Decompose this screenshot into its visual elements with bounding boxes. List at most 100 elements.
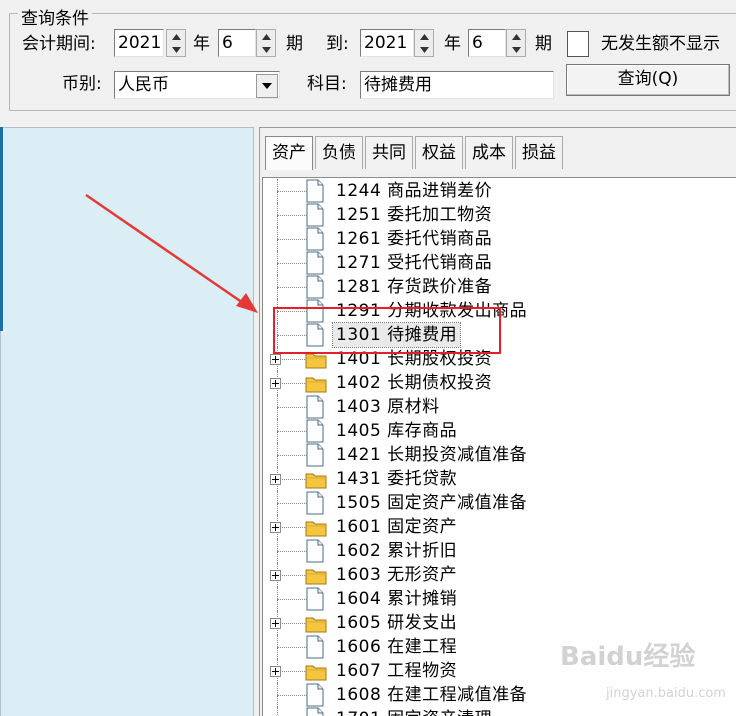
tree-item-label: 1601 固定资产: [333, 515, 460, 539]
tree-item-code: 1604: [336, 589, 382, 609]
tree-guide-line: [277, 455, 307, 456]
folder-icon: [305, 563, 327, 587]
tree-item-code: 1403: [336, 397, 382, 417]
document-icon: [305, 251, 325, 275]
from-year-spinner[interactable]: [166, 29, 186, 57]
expand-icon[interactable]: [270, 570, 281, 581]
spin-up-icon[interactable]: [257, 30, 275, 43]
expand-icon[interactable]: [270, 474, 281, 485]
tree-guide-line: [277, 707, 278, 716]
tree-item-code: 1431: [336, 469, 382, 489]
tree-item-code: 1281: [336, 277, 382, 297]
tree-guide-line: [277, 239, 307, 240]
tree-item-label: 1244 商品进销差价: [333, 179, 495, 203]
tree-item-name: 存货跌价准备: [387, 277, 493, 297]
to-year-spinner[interactable]: [414, 29, 434, 57]
no-amount-checkbox[interactable]: [567, 31, 589, 57]
tab-5[interactable]: 损益: [515, 136, 563, 169]
tree-item-name: 受托代销商品: [387, 253, 493, 273]
spin-down-icon[interactable]: [415, 43, 433, 56]
document-icon: [305, 419, 325, 443]
subject-field[interactable]: 待摊费用: [360, 71, 554, 99]
spin-down-icon[interactable]: [257, 43, 275, 56]
tree-item-1251[interactable]: 1251 委托加工物资: [263, 203, 736, 227]
expand-icon[interactable]: [270, 354, 281, 365]
tree-guide-line: [277, 191, 307, 192]
to-period-spinner[interactable]: [506, 29, 526, 57]
tree-item-1403[interactable]: 1403 原材料: [263, 395, 736, 419]
tab-2[interactable]: 共同: [365, 136, 413, 169]
query-conditions-legend: 查询条件: [18, 4, 92, 29]
tree-item-1405[interactable]: 1405 库存商品: [263, 419, 736, 443]
tree-item-1701[interactable]: 1701 固定资产清理: [263, 707, 736, 716]
tree-item-1431[interactable]: 1431 委托贷款: [263, 467, 736, 491]
tree-item-1261[interactable]: 1261 委托代销商品: [263, 227, 736, 251]
no-amount-label: 无发生额不显示: [601, 34, 720, 54]
tree-item-1281[interactable]: 1281 存货跌价准备: [263, 275, 736, 299]
app-window: { "query_group": { "legend": "查询条件", "pe…: [0, 0, 736, 716]
spin-down-icon[interactable]: [507, 43, 525, 56]
spin-up-icon[interactable]: [167, 30, 185, 43]
document-icon: [305, 275, 325, 299]
tab-4[interactable]: 成本: [465, 136, 513, 169]
tree-guide-line: [277, 215, 307, 216]
document-icon: [305, 179, 325, 203]
expand-icon[interactable]: [270, 378, 281, 389]
tree-item-1602[interactable]: 1602 累计折旧: [263, 539, 736, 563]
tree-item-label: 1607 工程物资: [333, 659, 460, 683]
tab-1[interactable]: 负债: [315, 136, 363, 169]
spin-up-icon[interactable]: [415, 30, 433, 43]
from-period-spinner[interactable]: [256, 29, 276, 57]
query-button[interactable]: 查询(Q): [566, 64, 730, 96]
document-icon: [305, 491, 325, 515]
tree-guide-line: [277, 647, 307, 648]
dropdown-arrow-icon[interactable]: [256, 74, 278, 98]
to-year-field[interactable]: 2021: [360, 29, 414, 57]
tree-item-label: 1281 存货跌价准备: [333, 275, 495, 299]
tree-item-code: 1701: [336, 709, 381, 716]
tree-item-1505[interactable]: 1505 固定资产减值准备: [263, 491, 736, 515]
expand-icon[interactable]: [270, 522, 281, 533]
tree-item-label: 1505 固定资产减值准备: [333, 491, 530, 515]
tree-item-code: 1421: [336, 445, 382, 465]
folder-icon: [305, 611, 327, 635]
tree-item-name: 在建工程减值准备: [387, 685, 528, 705]
left-panel-accent: [0, 127, 3, 331]
highlight-box: [273, 307, 501, 354]
expand-icon[interactable]: [270, 666, 281, 677]
from-year-field[interactable]: 2021: [114, 29, 164, 57]
document-icon: [305, 635, 325, 659]
tab-3[interactable]: 权益: [415, 136, 463, 169]
tree-guide-line: [277, 407, 307, 408]
from-period-field[interactable]: 6: [218, 29, 256, 57]
tab-0[interactable]: 资产: [265, 136, 313, 170]
tree-item-label: 1602 累计折旧: [333, 539, 460, 563]
to-year-suffix-label: 年: [444, 34, 461, 54]
tree-item-1244[interactable]: 1244 商品进销差价: [263, 179, 736, 203]
account-category-tabs: 资产 负债 共同 权益 成本 损益: [265, 136, 565, 170]
document-icon: [305, 203, 325, 227]
spin-down-icon[interactable]: [167, 43, 185, 56]
expand-icon[interactable]: [270, 618, 281, 629]
tree-item-1402[interactable]: 1402 长期债权投资: [263, 371, 736, 395]
tree-item-1271[interactable]: 1271 受托代销商品: [263, 251, 736, 275]
tree-item-1603[interactable]: 1603 无形资产: [263, 563, 736, 587]
tree-item-name: 库存商品: [387, 421, 458, 441]
tree-item-1604[interactable]: 1604 累计摊销: [263, 587, 736, 611]
tree-item-1605[interactable]: 1605 研发支出: [263, 611, 736, 635]
folder-icon: [305, 515, 327, 539]
to-period-field[interactable]: 6: [468, 29, 506, 57]
tree-item-name: 固定资产清理: [387, 709, 492, 716]
currency-label: 币别:: [62, 74, 102, 94]
currency-select[interactable]: 人民币: [114, 71, 280, 99]
tree-item-code: 1605: [336, 613, 382, 633]
tree-guide-line: [277, 575, 307, 576]
tree-item-1421[interactable]: 1421 长期投资减值准备: [263, 443, 736, 467]
tree-item-code: 1505: [336, 493, 382, 513]
tree-guide-line: [277, 695, 307, 696]
tree-item-label: 1251 委托加工物资: [333, 203, 495, 227]
spin-up-icon[interactable]: [507, 30, 525, 43]
folder-icon: [305, 467, 327, 491]
tree-item-1601[interactable]: 1601 固定资产: [263, 515, 736, 539]
tree-item-name: 工程物资: [387, 661, 458, 681]
